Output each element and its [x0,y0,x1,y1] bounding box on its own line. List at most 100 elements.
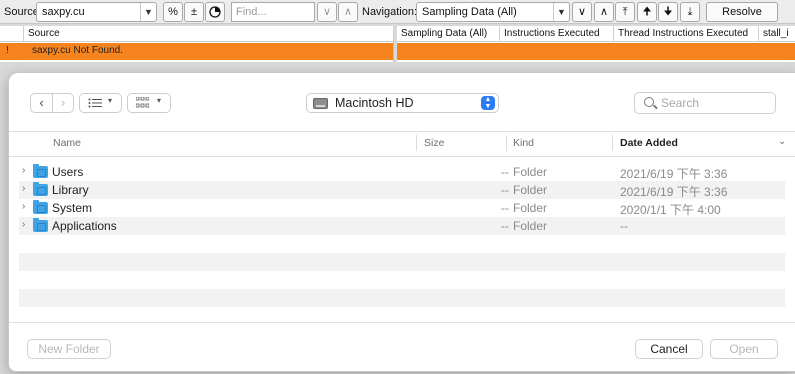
folder-icon [33,218,48,232]
find-next-button[interactable]: ∨ [317,2,337,22]
find-previous-button[interactable]: ∧ [338,2,358,22]
chevron-down-icon: ▼ [140,3,156,21]
folder-icon [33,200,48,214]
new-folder-button[interactable]: New Folder [27,339,111,359]
search-input[interactable] [661,95,771,111]
folder-icon [33,164,48,178]
column-header-kind[interactable]: Kind [513,137,534,149]
file-list-header: Name Size Kind Date Added ⌄ [9,132,795,156]
nav-last-button[interactable]: ⤓ [680,2,700,22]
item-size: -- [501,183,509,197]
list-item[interactable]: › Users -- Folder 2021/6/19 下午 3:36 [19,163,785,181]
plus-minus-button[interactable]: ± [184,2,204,22]
item-kind: Folder [513,183,548,197]
marker-column-header [0,26,24,42]
item-size: -- [501,165,509,179]
pie-chart-icon [209,6,221,18]
item-date-added: 2021/6/19 下午 3:36 [620,185,728,199]
source-column-header[interactable]: Source [24,26,394,42]
nav-previous-button[interactable]: ∧ [594,2,614,22]
location-popup[interactable]: Macintosh HD ▲ ▼ [306,93,499,113]
item-size: -- [501,201,509,215]
source-dropdown-value: saxpy.cu [42,6,85,18]
open-button[interactable]: Open [710,339,778,359]
item-date-added: 2021/6/19 下午 3:36 [620,167,728,181]
empty-row [19,253,785,271]
error-row-metrics[interactable] [397,43,795,60]
column-header-sampling-data[interactable]: Sampling Data (All) [397,26,500,42]
chevron-down-icon: ▼ [553,3,569,21]
list-item[interactable]: › System -- Folder 2020/1/1 下午 4:00 [19,199,785,217]
chevron-up-icon: ∧ [343,6,353,18]
navigation-dropdown[interactable]: Sampling Data (All) ▼ [416,2,570,22]
item-kind: Folder [513,201,548,215]
nav-down-button[interactable]: 🠋 [658,2,678,22]
error-row[interactable]: ! saxpy.cu Not Found. [0,43,393,60]
list-item[interactable]: › Applications -- Folder -- [19,217,785,235]
empty-row [19,235,785,253]
nav-next-button[interactable]: ∨ [572,2,592,22]
view-mode-button[interactable]: ▾ [79,93,122,113]
empty-row [19,289,785,307]
back-button[interactable]: ‹ [31,94,52,112]
navigation-label: Navigation: [362,6,418,18]
toolbar: Source: saxpy.cu ▼ % ± ∨ ∧ Navigation: S… [0,0,795,24]
disclosure-chevron-icon[interactable]: › [22,165,25,176]
arrow-down-icon: 🠋 [663,6,673,18]
nav-first-button[interactable]: ⤒ [615,2,635,22]
chevron-up-icon: ∧ [599,6,609,18]
navigation-dropdown-value: Sampling Data (All) [422,6,517,18]
column-separator [612,135,613,151]
arrow-up-icon: 🠉 [642,6,652,18]
disclosure-chevron-icon[interactable]: › [22,201,25,212]
forward-button[interactable]: › [53,94,73,112]
empty-row [19,271,785,289]
open-file-dialog: ‹ › ▾ ▾ Macintosh HD ▲ ▼ Search Name Siz… [8,72,795,372]
column-header-thread-instructions-executed[interactable]: Thread Instructions Executed [614,26,759,42]
disclosure-chevron-icon[interactable]: › [22,219,25,230]
column-header-size[interactable]: Size [424,137,444,149]
grid-view-icon [136,97,149,108]
back-forward-control: ‹ › [30,93,74,113]
up-down-chevrons-icon: ▲ ▼ [481,96,495,110]
percent-icon: % [168,6,178,18]
item-kind: Folder [513,219,548,233]
divider [9,322,795,323]
list-view-icon [88,98,102,108]
plus-minus-icon: ± [190,6,198,18]
hard-drive-icon [313,98,328,109]
percent-toggle-button[interactable]: % [163,2,183,22]
source-dropdown[interactable]: saxpy.cu ▼ [36,2,157,22]
list-item[interactable]: › Library -- Folder 2021/6/19 下午 3:36 [19,181,785,199]
disclosure-chevron-icon[interactable]: › [22,183,25,194]
chevron-right-icon: › [60,95,66,110]
location-value: Macintosh HD [335,96,414,110]
column-header-stall[interactable]: stall_i [759,26,795,42]
item-name: Library [52,183,89,197]
group-view-button[interactable]: ▾ [127,93,171,113]
column-separator [506,135,507,151]
item-date-added: -- [620,219,628,233]
column-header-instructions-executed[interactable]: Instructions Executed [500,26,614,42]
chevron-down-icon: ▾ [157,96,162,105]
item-name: System [52,201,93,215]
item-name: Applications [52,219,117,233]
find-input[interactable] [231,2,315,22]
search-field[interactable] [634,92,776,114]
nav-up-button[interactable]: 🠉 [637,2,657,22]
column-separator [416,135,417,151]
resolve-button[interactable]: Resolve [706,2,778,22]
divider [9,156,795,157]
cancel-button[interactable]: Cancel [635,339,703,359]
item-kind: Folder [513,165,548,179]
column-header-date-added[interactable]: Date Added [620,137,678,149]
chevron-down-icon: ▾ [108,96,113,105]
arrow-to-bottom-icon: ⤓ [687,6,693,18]
error-marker: ! [6,45,9,56]
item-size: -- [501,219,509,233]
chevron-down-icon: ∨ [577,6,587,18]
column-header-name[interactable]: Name [53,137,81,149]
source-panel: Source ! saxpy.cu Not Found. [0,26,394,62]
pie-toggle-button[interactable] [205,2,225,22]
arrow-to-top-icon: ⤒ [622,6,628,18]
